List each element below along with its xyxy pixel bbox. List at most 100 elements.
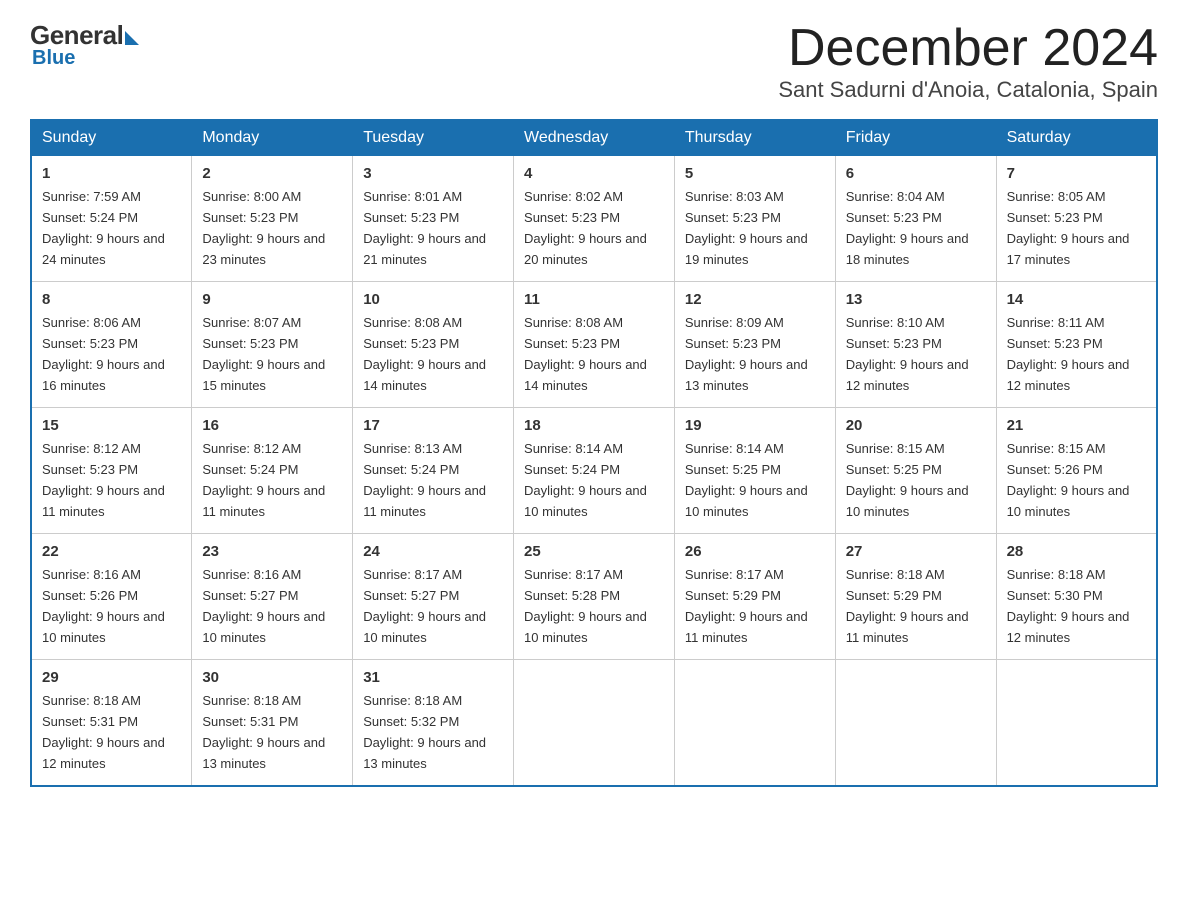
day-daylight: Daylight: 9 hours and 17 minutes [1007,231,1130,267]
day-sunrise: Sunrise: 8:18 AM [846,567,945,582]
day-sunrise: Sunrise: 8:06 AM [42,315,141,330]
day-number: 3 [363,162,503,185]
calendar-cell: 27 Sunrise: 8:18 AM Sunset: 5:29 PM Dayl… [835,534,996,660]
day-daylight: Daylight: 9 hours and 13 minutes [202,735,325,771]
day-sunset: Sunset: 5:23 PM [524,210,620,225]
day-daylight: Daylight: 9 hours and 10 minutes [846,483,969,519]
day-number: 25 [524,540,664,563]
day-number: 2 [202,162,342,185]
header-tuesday: Tuesday [353,120,514,156]
day-number: 4 [524,162,664,185]
day-sunrise: Sunrise: 8:17 AM [685,567,784,582]
day-number: 10 [363,288,503,311]
day-sunrise: Sunrise: 8:15 AM [1007,441,1106,456]
day-sunrise: Sunrise: 8:18 AM [42,693,141,708]
day-sunrise: Sunrise: 8:17 AM [524,567,623,582]
header-wednesday: Wednesday [514,120,675,156]
calendar-cell [514,659,675,785]
day-sunrise: Sunrise: 8:00 AM [202,189,301,204]
day-sunset: Sunset: 5:28 PM [524,588,620,603]
day-sunrise: Sunrise: 8:18 AM [1007,567,1106,582]
calendar-cell: 3 Sunrise: 8:01 AM Sunset: 5:23 PM Dayli… [353,156,514,282]
day-sunset: Sunset: 5:23 PM [363,336,459,351]
day-sunrise: Sunrise: 8:18 AM [363,693,462,708]
header-friday: Friday [835,120,996,156]
calendar-cell: 11 Sunrise: 8:08 AM Sunset: 5:23 PM Dayl… [514,282,675,408]
calendar-week-3: 15 Sunrise: 8:12 AM Sunset: 5:23 PM Dayl… [31,408,1157,534]
calendar-cell: 9 Sunrise: 8:07 AM Sunset: 5:23 PM Dayli… [192,282,353,408]
day-daylight: Daylight: 9 hours and 11 minutes [42,483,165,519]
day-sunset: Sunset: 5:23 PM [42,462,138,477]
day-sunrise: Sunrise: 8:17 AM [363,567,462,582]
day-sunset: Sunset: 5:24 PM [42,210,138,225]
day-number: 17 [363,414,503,437]
day-sunset: Sunset: 5:29 PM [685,588,781,603]
day-daylight: Daylight: 9 hours and 10 minutes [202,609,325,645]
day-sunset: Sunset: 5:26 PM [1007,462,1103,477]
day-sunrise: Sunrise: 8:12 AM [202,441,301,456]
day-sunset: Sunset: 5:24 PM [202,462,298,477]
day-number: 13 [846,288,986,311]
calendar-cell: 30 Sunrise: 8:18 AM Sunset: 5:31 PM Dayl… [192,659,353,785]
day-number: 30 [202,666,342,689]
day-number: 20 [846,414,986,437]
day-daylight: Daylight: 9 hours and 12 minutes [1007,609,1130,645]
calendar-week-1: 1 Sunrise: 7:59 AM Sunset: 5:24 PM Dayli… [31,156,1157,282]
day-number: 16 [202,414,342,437]
day-sunrise: Sunrise: 8:08 AM [363,315,462,330]
day-sunrise: Sunrise: 8:16 AM [42,567,141,582]
day-sunset: Sunset: 5:31 PM [42,714,138,729]
logo-blue-text: Blue [32,47,75,70]
day-sunset: Sunset: 5:23 PM [846,336,942,351]
day-daylight: Daylight: 9 hours and 11 minutes [846,609,969,645]
calendar-cell: 6 Sunrise: 8:04 AM Sunset: 5:23 PM Dayli… [835,156,996,282]
day-number: 12 [685,288,825,311]
day-number: 19 [685,414,825,437]
day-daylight: Daylight: 9 hours and 10 minutes [524,483,647,519]
day-sunrise: Sunrise: 8:13 AM [363,441,462,456]
day-sunset: Sunset: 5:23 PM [524,336,620,351]
day-number: 18 [524,414,664,437]
calendar-cell: 15 Sunrise: 8:12 AM Sunset: 5:23 PM Dayl… [31,408,192,534]
day-sunrise: Sunrise: 8:10 AM [846,315,945,330]
day-daylight: Daylight: 9 hours and 19 minutes [685,231,808,267]
day-sunset: Sunset: 5:23 PM [1007,210,1103,225]
day-number: 22 [42,540,181,563]
day-sunset: Sunset: 5:30 PM [1007,588,1103,603]
day-sunrise: Sunrise: 8:02 AM [524,189,623,204]
calendar-header: Sunday Monday Tuesday Wednesday Thursday… [31,120,1157,156]
calendar-cell: 5 Sunrise: 8:03 AM Sunset: 5:23 PM Dayli… [674,156,835,282]
calendar-cell: 19 Sunrise: 8:14 AM Sunset: 5:25 PM Dayl… [674,408,835,534]
day-number: 23 [202,540,342,563]
day-daylight: Daylight: 9 hours and 12 minutes [1007,357,1130,393]
calendar-cell: 13 Sunrise: 8:10 AM Sunset: 5:23 PM Dayl… [835,282,996,408]
calendar-cell [996,659,1157,785]
day-sunrise: Sunrise: 8:04 AM [846,189,945,204]
calendar-cell: 2 Sunrise: 8:00 AM Sunset: 5:23 PM Dayli… [192,156,353,282]
calendar-cell: 17 Sunrise: 8:13 AM Sunset: 5:24 PM Dayl… [353,408,514,534]
day-daylight: Daylight: 9 hours and 13 minutes [685,357,808,393]
day-daylight: Daylight: 9 hours and 10 minutes [685,483,808,519]
day-daylight: Daylight: 9 hours and 10 minutes [42,609,165,645]
day-sunset: Sunset: 5:32 PM [363,714,459,729]
day-sunset: Sunset: 5:23 PM [685,210,781,225]
month-title: December 2024 [778,20,1158,77]
days-header-row: Sunday Monday Tuesday Wednesday Thursday… [31,120,1157,156]
day-sunset: Sunset: 5:23 PM [202,336,298,351]
day-number: 26 [685,540,825,563]
calendar-cell: 12 Sunrise: 8:09 AM Sunset: 5:23 PM Dayl… [674,282,835,408]
day-number: 27 [846,540,986,563]
calendar-cell [835,659,996,785]
day-number: 21 [1007,414,1146,437]
calendar-cell: 31 Sunrise: 8:18 AM Sunset: 5:32 PM Dayl… [353,659,514,785]
day-sunrise: Sunrise: 8:09 AM [685,315,784,330]
day-daylight: Daylight: 9 hours and 11 minutes [685,609,808,645]
day-sunset: Sunset: 5:23 PM [1007,336,1103,351]
day-daylight: Daylight: 9 hours and 10 minutes [524,609,647,645]
day-sunrise: Sunrise: 8:11 AM [1007,315,1105,330]
header-monday: Monday [192,120,353,156]
calendar-cell: 25 Sunrise: 8:17 AM Sunset: 5:28 PM Dayl… [514,534,675,660]
day-sunset: Sunset: 5:25 PM [846,462,942,477]
calendar-week-2: 8 Sunrise: 8:06 AM Sunset: 5:23 PM Dayli… [31,282,1157,408]
calendar-cell: 10 Sunrise: 8:08 AM Sunset: 5:23 PM Dayl… [353,282,514,408]
